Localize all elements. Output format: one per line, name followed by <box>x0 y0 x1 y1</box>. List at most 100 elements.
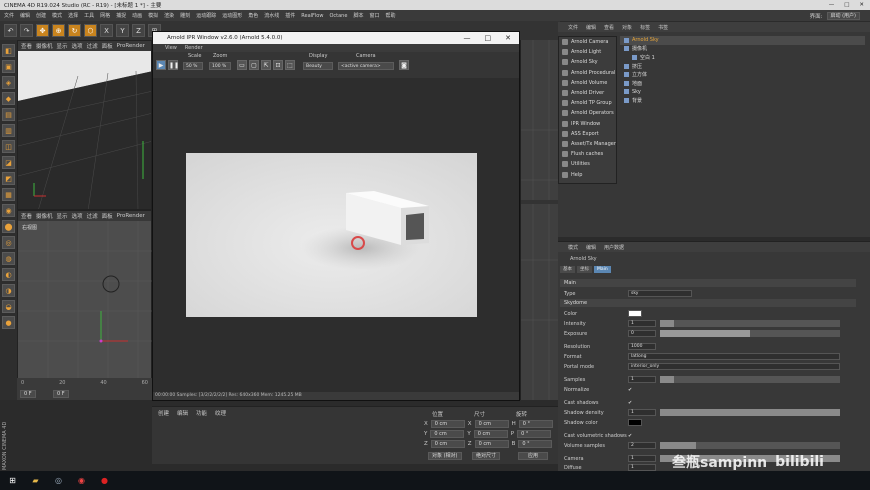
resolution-field[interactable]: 1000 <box>628 343 656 350</box>
om-menu-object[interactable]: 对象 <box>622 24 632 31</box>
mat-menu-edit[interactable]: 编辑 <box>177 409 188 417</box>
samples-slider[interactable] <box>660 376 840 383</box>
chrome-icon[interactable]: ◉ <box>75 474 88 487</box>
frame-field[interactable]: 0 F <box>20 390 36 398</box>
am-menu-mode[interactable]: 模式 <box>568 244 578 251</box>
object-row[interactable]: Arnold Sky <box>620 36 865 45</box>
tool-icon-11[interactable]: ◉ <box>2 204 15 217</box>
menu-simulate[interactable]: 模拟 <box>148 12 158 19</box>
object-row[interactable]: 地面 <box>620 79 865 88</box>
section-skydome[interactable]: Skydome <box>560 299 856 307</box>
menu-arnold-sky[interactable]: Arnold Sky <box>559 57 616 67</box>
scale-tool-button[interactable]: ⊕ <box>52 24 65 37</box>
menu-arnold-driver[interactable]: Arnold Driver <box>559 88 616 98</box>
type-select[interactable]: sky <box>628 290 692 297</box>
cast-shadows-checkbox-icon[interactable]: ✔ <box>628 400 632 406</box>
menu-edit[interactable]: 编辑 <box>20 12 30 19</box>
om-menu-tags[interactable]: 标签 <box>640 24 650 31</box>
menu-plugins[interactable]: 插件 <box>285 12 295 19</box>
rot-b-field[interactable]: 0 ° <box>518 440 553 448</box>
menu-help[interactable]: Help <box>559 169 616 179</box>
samples-field[interactable]: 1 <box>628 376 656 383</box>
menu-mograph[interactable]: 运动图形 <box>222 12 242 19</box>
pos-y-field[interactable]: 0 cm <box>430 430 465 438</box>
intensity-field[interactable]: 1 <box>628 320 656 327</box>
object-row[interactable]: Sky <box>620 88 865 97</box>
object-row[interactable]: 摄像机 <box>620 45 865 54</box>
maximize-button[interactable]: □ <box>844 2 849 8</box>
object-row[interactable]: 背景 <box>620 96 865 105</box>
folder-icon[interactable]: ▰ <box>29 474 42 487</box>
perspective-view[interactable] <box>18 51 151 209</box>
ipr-render-view[interactable] <box>186 153 477 317</box>
menu-select[interactable]: 选择 <box>68 12 78 19</box>
c4d-icon[interactable]: ◎ <box>52 474 65 487</box>
menu-character[interactable]: 角色 <box>248 12 258 19</box>
layout-select[interactable]: 启动 (用户) <box>826 11 860 20</box>
tool-icon-5[interactable]: ▤ <box>2 108 15 121</box>
ipr-snapshot-icon[interactable]: ⇱ <box>261 60 271 70</box>
menu-window[interactable]: 窗口 <box>369 12 379 19</box>
om-menu-file[interactable]: 文件 <box>568 24 578 31</box>
menu-create[interactable]: 创建 <box>36 12 46 19</box>
vp2-menu-display[interactable]: 显示 <box>57 212 68 220</box>
om-menu-view[interactable]: 查看 <box>604 24 614 31</box>
menu-pipeline[interactable]: 流水线 <box>264 12 279 19</box>
menu-tools[interactable]: 工具 <box>84 12 94 19</box>
ipr-tool-icon-5[interactable]: ⬚ <box>285 60 295 70</box>
shadow-density-slider[interactable] <box>660 409 840 416</box>
menu-mesh[interactable]: 网格 <box>100 12 110 19</box>
camera-select[interactable]: <active camera> <box>338 62 394 70</box>
vp-menu-view[interactable]: 查看 <box>21 42 32 50</box>
tool-icon-14[interactable]: ◍ <box>2 252 15 265</box>
tool-icon-18[interactable]: ● <box>2 316 15 329</box>
section-main[interactable]: Main <box>560 279 856 287</box>
object-row[interactable]: 挤压 <box>620 62 865 71</box>
tool-icon-7[interactable]: ◫ <box>2 140 15 153</box>
am-menu-edit[interactable]: 编辑 <box>586 244 596 251</box>
shadow-density-field[interactable]: 1 <box>628 409 656 416</box>
vp-menu-camera[interactable]: 摄像机 <box>36 42 53 50</box>
exposure-field[interactable]: 0 <box>628 330 656 337</box>
menu-asset-tx-manager[interactable]: Asset/Tx Manager <box>559 139 616 149</box>
object-row[interactable]: 立方体 <box>620 70 865 79</box>
vp-menu-options[interactable]: 选项 <box>72 42 83 50</box>
portal-select[interactable]: interior_only <box>628 363 840 370</box>
menu-sculpt[interactable]: 雕刻 <box>180 12 190 19</box>
vp2-menu-prorender[interactable]: ProRender <box>117 213 145 219</box>
shadow-color-swatch[interactable] <box>628 419 642 426</box>
size-y-field[interactable]: 0 cm <box>473 430 508 438</box>
tool-icon-3[interactable]: ◈ <box>2 76 15 89</box>
ipr-tool-icon-4[interactable]: ⊡ <box>273 60 283 70</box>
menu-file[interactable]: 文件 <box>4 12 14 19</box>
tool-icon-12[interactable]: ⬤ <box>2 220 15 233</box>
tool-icon-17[interactable]: ◒ <box>2 300 15 313</box>
ipr-pause-icon[interactable]: ❚❚ <box>168 60 179 70</box>
tool-icon-1[interactable]: ◧ <box>2 44 15 57</box>
menu-arnold-volume[interactable]: Arnold Volume <box>559 78 616 88</box>
format-select[interactable]: latlong <box>628 353 840 360</box>
menu-octane[interactable]: Octane <box>329 13 347 19</box>
rot-h-field[interactable]: 0 ° <box>518 420 553 428</box>
close-button[interactable]: ✕ <box>859 2 864 8</box>
ipr-play-icon[interactable]: ▶ <box>156 60 166 70</box>
menu-realflow[interactable]: RealFlow <box>301 13 323 19</box>
menu-animate[interactable]: 动画 <box>132 12 142 19</box>
coord-mode-select[interactable]: 对象 (相对) <box>428 452 462 460</box>
om-menu-edit[interactable]: 编辑 <box>586 24 596 31</box>
mat-menu-texture[interactable]: 纹理 <box>215 409 226 417</box>
vp2-menu-camera[interactable]: 摄像机 <box>36 212 53 220</box>
color-swatch[interactable] <box>628 310 642 317</box>
ipr-close-button[interactable]: ✕ <box>505 34 511 42</box>
ipr-tool-icon-1[interactable]: ▭ <box>237 60 247 70</box>
right-viewport[interactable]: 查看 摄像机 显示 选项 过滤 面板 ProRender 右视图 <box>17 210 153 390</box>
undo-button[interactable]: ↶ <box>4 24 17 37</box>
minimize-button[interactable]: — <box>829 2 835 8</box>
vp-menu-panel[interactable]: 面板 <box>102 42 113 50</box>
volume-samples-slider[interactable] <box>660 442 840 449</box>
size-z-field[interactable]: 0 cm <box>474 440 509 448</box>
menu-arnold-procedural[interactable]: Arnold Procedural <box>559 68 616 78</box>
display-select[interactable]: Beauty <box>303 62 333 70</box>
tab-main[interactable]: Main <box>594 266 611 273</box>
rotate-tool-button[interactable]: ↻ <box>68 24 81 37</box>
